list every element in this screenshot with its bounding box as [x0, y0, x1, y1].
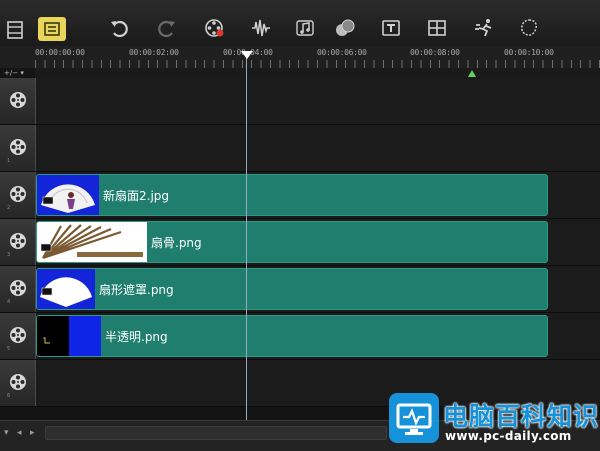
track-lane[interactable] — [36, 125, 600, 171]
track-number: 3 — [7, 252, 11, 258]
film-reel-icon — [10, 139, 26, 155]
clip-label: 半透明.png — [105, 330, 168, 344]
track-header[interactable]: 5 — [0, 313, 36, 359]
playhead-line[interactable] — [246, 57, 247, 420]
media-clip[interactable]: 半透明.png — [36, 315, 548, 357]
ruler-label: 00:00:10:00 — [504, 48, 554, 57]
monitor-icon — [396, 403, 432, 435]
clip-thumbnail — [37, 175, 99, 215]
clip-label: 新扇面2.jpg — [103, 189, 170, 203]
track-area: 1 2 新扇面2.jpg 3 扇骨.png 4 扇形遮罩.png 5 半透明.p… — [0, 78, 600, 420]
media-clip[interactable]: 新扇面2.jpg — [36, 174, 548, 216]
playhead-handle[interactable] — [241, 51, 253, 59]
redo-icon[interactable] — [154, 15, 180, 41]
track-header[interactable]: 4 — [0, 266, 36, 312]
timeline-view-icon[interactable] — [38, 17, 66, 41]
track-row: 1 — [0, 125, 600, 172]
track-lane[interactable]: 扇骨.png — [36, 219, 600, 265]
storyboard-view-icon[interactable] — [2, 17, 28, 43]
clip-label: 扇形遮罩.png — [99, 283, 174, 297]
media-clip[interactable]: 扇骨.png — [36, 221, 548, 263]
ruler-label: 00:00:02:00 — [129, 48, 179, 57]
watermark-title: 电脑百科知识 — [443, 402, 600, 431]
film-reel-icon — [10, 233, 26, 249]
ruler-label: 00:00:08:00 — [410, 48, 460, 57]
mask-creator-icon[interactable] — [516, 15, 542, 41]
watermark: 电脑百科知识 www.pc-daily.com — [385, 387, 600, 450]
watermark-url: www.pc-daily.com — [445, 429, 572, 443]
undo-icon[interactable] — [106, 15, 132, 41]
track-row: 5 半透明.png — [0, 313, 600, 360]
auto-music-icon[interactable] — [292, 15, 318, 41]
track-number: 2 — [7, 205, 11, 211]
film-reel-icon — [10, 374, 26, 390]
timeline-toolbar — [0, 0, 600, 47]
film-reel-icon — [10, 92, 26, 108]
film-reel-icon — [10, 280, 26, 296]
record-capture-icon[interactable] — [202, 15, 228, 41]
film-reel-icon — [10, 327, 26, 343]
track-header[interactable]: 6 — [0, 360, 36, 406]
watermark-logo — [389, 393, 439, 443]
track-row: 2 新扇面2.jpg — [0, 172, 600, 219]
track-number: 6 — [7, 393, 11, 399]
multi-camera-icon[interactable] — [424, 15, 450, 41]
track-header[interactable]: 3 — [0, 219, 36, 265]
scroll-right-arrow-icon[interactable]: ▸ — [30, 428, 35, 438]
marker-strip[interactable] — [35, 68, 600, 78]
track-lane[interactable]: 扇形遮罩.png — [36, 266, 600, 312]
track-header[interactable]: 2 — [0, 172, 36, 218]
track-row: 4 扇形遮罩.png — [0, 266, 600, 313]
sound-mixer-icon[interactable] — [248, 15, 274, 41]
track-row: 3 扇骨.png — [0, 219, 600, 266]
clip-thumbnail — [37, 269, 95, 309]
media-clip[interactable]: 扇形遮罩.png — [36, 268, 548, 310]
ruler-label: 00:00:00:00 — [35, 48, 85, 57]
clip-thumbnail — [37, 316, 101, 356]
collapse-arrow-icon[interactable]: ▾ — [4, 428, 9, 438]
motion-tracking-icon[interactable] — [332, 15, 358, 41]
track-number: 1 — [7, 158, 11, 164]
scroll-left-arrow-icon[interactable]: ◂ — [17, 428, 22, 438]
track-header[interactable]: 1 — [0, 125, 36, 171]
clip-label: 扇骨.png — [151, 236, 202, 250]
subtitle-editor-icon[interactable] — [378, 15, 404, 41]
ruler-ticks — [35, 60, 600, 68]
track-lane[interactable]: 新扇面2.jpg — [36, 172, 600, 218]
clip-thumbnail — [37, 222, 147, 262]
timecode-ruler[interactable]: 00:00:00:00 00:00:02:00 00:00:04:00 00:0… — [0, 46, 600, 68]
ruler-label: 00:00:06:00 — [317, 48, 367, 57]
horizontal-scroll-thumb[interactable] — [45, 426, 387, 440]
cue-marker[interactable] — [468, 70, 476, 77]
zoom-control[interactable]: +/− ▾ — [4, 69, 24, 77]
track-header[interactable] — [0, 78, 36, 124]
speed-icon[interactable] — [472, 15, 498, 41]
track-lane[interactable]: 半透明.png — [36, 313, 600, 359]
track-lane[interactable] — [36, 78, 600, 124]
track-row — [0, 78, 600, 125]
track-number: 5 — [7, 346, 11, 352]
film-reel-icon — [10, 186, 26, 202]
track-number: 4 — [7, 299, 11, 305]
